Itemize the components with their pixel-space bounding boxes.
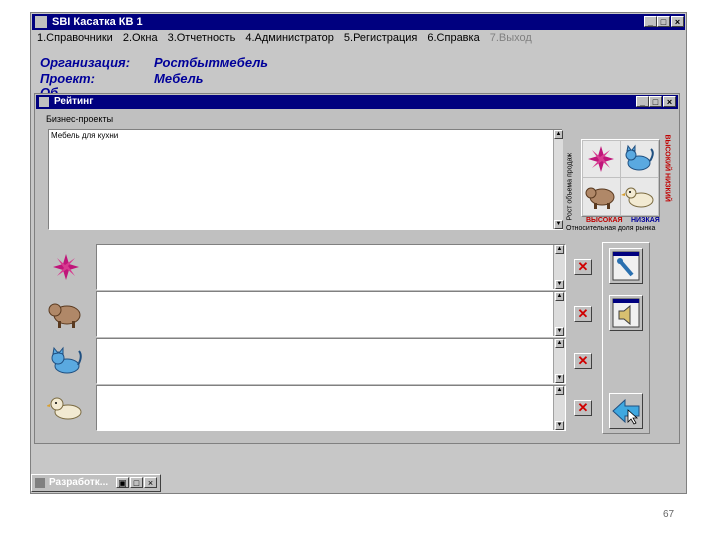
matrix-cell-cat[interactable]: [621, 141, 658, 177]
cat-row-list[interactable]: ▲ ▼: [96, 338, 566, 384]
rating-title: Рейтинг: [54, 96, 94, 107]
maximize-button[interactable]: □: [657, 16, 670, 27]
app-icon: [35, 16, 47, 28]
org-value: Ростбытмебель: [154, 55, 269, 70]
menu-item-2[interactable]: 2.Окна: [123, 32, 158, 44]
dog-icon: [621, 187, 654, 208]
cat-icon: [51, 346, 82, 374]
scroll-down-arrow[interactable]: ▼: [555, 327, 564, 336]
menu-item-7[interactable]: 7.Выход: [490, 32, 532, 44]
taskbar-label: Разработк...: [49, 477, 109, 488]
dog-row-remove-button[interactable]: ✕: [574, 400, 592, 416]
cow-row-remove-button[interactable]: ✕: [574, 306, 592, 322]
org-label: Организация:: [40, 55, 131, 70]
back-arrow-icon: [612, 398, 640, 425]
remove-icon: ✕: [577, 259, 589, 274]
menu-item-1[interactable]: 1.Справочники: [37, 32, 113, 44]
dog-icon: [47, 397, 82, 420]
page-number: 67: [663, 509, 675, 520]
star-row-icon-box: [45, 249, 87, 285]
taskbar-button[interactable]: Разработк... ▣ □ ×: [31, 474, 161, 492]
scroll-down-arrow[interactable]: ▼: [555, 280, 564, 289]
label-low: НИЗКАЯ: [631, 217, 660, 224]
scroll-up-arrow[interactable]: ▲: [555, 245, 564, 254]
star-row-scrollbar[interactable]: ▲ ▼: [553, 245, 565, 289]
scroll-up-arrow[interactable]: ▲: [554, 130, 563, 139]
matrix-cell-star[interactable]: [583, 141, 620, 177]
rating-window: Рейтинг _ □ × Бизнес-проекты Мебель для …: [34, 93, 680, 444]
matrix-cell-dog[interactable]: [621, 178, 658, 215]
app-title: SBI Касатка КВ 1: [52, 16, 143, 28]
scroll-down-arrow[interactable]: ▼: [554, 220, 563, 229]
list-item[interactable]: Мебель для кухни: [51, 131, 118, 140]
rating-close-button[interactable]: ×: [663, 96, 676, 107]
dog-row-scrollbar[interactable]: ▲ ▼: [553, 386, 565, 430]
sound-button[interactable]: [609, 295, 643, 331]
market-share-caption: Относительная доля рынка: [566, 225, 656, 232]
label-high: ВЫСОКАЯ: [586, 217, 623, 224]
cow-row-icon-box: [45, 296, 87, 332]
cow-icon: [48, 303, 81, 328]
cow-icon: [585, 187, 615, 209]
menu-item-3[interactable]: 3.Отчетность: [168, 32, 236, 44]
cow-row-list[interactable]: ▲ ▼: [96, 291, 566, 337]
project-list[interactable]: Мебель для кухни ▲ ▼: [48, 129, 563, 230]
vertical-right-label-container: ВЫСОКИЙ НИЗКИЙ: [662, 134, 672, 220]
section-label: Бизнес-проекты: [46, 114, 114, 124]
scroll-down-arrow[interactable]: ▼: [555, 421, 564, 430]
minimize-button[interactable]: _: [644, 16, 657, 27]
growth-axis-label: Рост объема продаж: [566, 152, 574, 221]
bcg-matrix: [581, 139, 660, 217]
cat-icon: [625, 144, 654, 171]
back-button[interactable]: [609, 393, 643, 429]
menu-item-4[interactable]: 4.Администратор: [245, 32, 334, 44]
menu-item-6[interactable]: 6.Справка: [427, 32, 479, 44]
star-row-list[interactable]: ▲ ▼: [96, 244, 566, 290]
third-label: Об: [40, 85, 59, 93]
taskbar-close-button[interactable]: ×: [144, 477, 157, 488]
project-value: Мебель: [154, 71, 204, 86]
menu-item-5[interactable]: 5.Регистрация: [344, 32, 417, 44]
project-list-scrollbar[interactable]: ▲ ▼: [553, 130, 563, 229]
taskbar-restore-button[interactable]: ▣: [116, 477, 129, 488]
cat-row-remove-button[interactable]: ✕: [574, 353, 592, 369]
rating-minimize-button[interactable]: _: [636, 96, 649, 107]
scroll-down-arrow[interactable]: ▼: [555, 374, 564, 383]
scroll-up-arrow[interactable]: ▲: [555, 292, 564, 301]
star-icon: [588, 146, 614, 172]
right-axis-label: ВЫСОКИЙ НИЗКИЙ: [663, 134, 671, 202]
project-label: Проект:: [40, 71, 95, 86]
star-row-remove-button[interactable]: ✕: [574, 259, 592, 275]
tool-icon: [612, 251, 640, 281]
rating-title-bar[interactable]: Рейтинг _ □ ×: [36, 95, 678, 109]
menu-bar: 1.Справочники 2.Окна 3.Отчетность 4.Админис…: [37, 32, 542, 44]
remove-icon: ✕: [577, 353, 589, 368]
cow-row-scrollbar[interactable]: ▲ ▼: [553, 292, 565, 336]
speaker-icon: [612, 298, 640, 328]
star-icon: [53, 254, 79, 280]
scroll-up-arrow[interactable]: ▲: [555, 339, 564, 348]
rating-window-icon: [39, 97, 49, 107]
taskbar-maximize-button[interactable]: □: [130, 477, 143, 488]
vertical-growth-label-container: Рост объема продаж: [564, 129, 574, 223]
matrix-cell-cow[interactable]: [583, 178, 620, 215]
rating-maximize-button[interactable]: □: [649, 96, 662, 107]
cat-row-scrollbar[interactable]: ▲ ▼: [553, 339, 565, 383]
remove-icon: ✕: [577, 306, 589, 321]
scroll-up-arrow[interactable]: ▲: [555, 386, 564, 395]
main-title-bar[interactable]: SBI Касатка КВ 1 _ □ ×: [32, 14, 685, 30]
remove-icon: ✕: [577, 400, 589, 415]
tool-button[interactable]: [609, 248, 643, 284]
dog-row-list[interactable]: ▲ ▼: [96, 385, 566, 431]
action-panel: [602, 242, 650, 434]
cat-row-icon-box: [45, 343, 87, 379]
taskbar-icon: [35, 478, 45, 488]
close-button[interactable]: ×: [671, 16, 684, 27]
dog-row-icon-box: [45, 390, 87, 426]
